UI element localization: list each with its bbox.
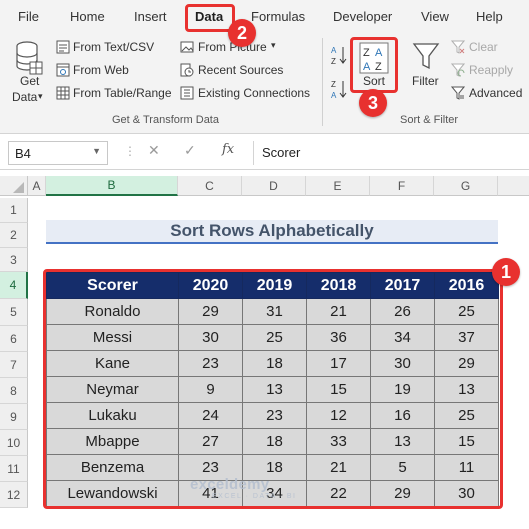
row-header-2[interactable]: 2	[0, 223, 28, 248]
step-badge-1: 1	[492, 258, 520, 286]
name-box-value: B4	[15, 146, 31, 161]
clear-button[interactable]: Clear	[469, 40, 498, 54]
watermark-logo-text: exceldemy	[190, 476, 270, 493]
name-box[interactable]: B4 ▼	[8, 141, 108, 165]
enter-check-icon[interactable]: ✓	[184, 142, 196, 159]
column-header-d[interactable]: D	[242, 176, 306, 196]
tab-home[interactable]: Home	[70, 9, 105, 24]
from-text-csv-button[interactable]: From Text/CSV	[73, 40, 154, 54]
exceldemy-watermark: exceldemy EXCEL · DATA · BI	[190, 476, 297, 500]
sort-filter-group-label: Sort & Filter	[400, 114, 459, 126]
column-header-g[interactable]: G	[434, 176, 498, 196]
sort-z-to-a-icon[interactable]: Z A	[330, 78, 348, 100]
row-header-10[interactable]: 10	[0, 430, 28, 456]
row-header-3[interactable]: 3	[0, 248, 28, 272]
tab-file[interactable]: File	[18, 9, 39, 24]
advanced-filter-icon	[451, 86, 465, 100]
data-tab-highlight	[185, 4, 235, 32]
from-web-button[interactable]: From Web	[73, 63, 129, 77]
ribbon-tab-bar: File Home Insert Data Formulas Developer…	[0, 0, 529, 34]
row-header-12[interactable]: 12	[0, 482, 28, 508]
column-header-f[interactable]: F	[370, 176, 434, 196]
web-page-icon	[56, 63, 70, 77]
row-header-9[interactable]: 9	[0, 404, 28, 430]
svg-text:A: A	[331, 91, 337, 100]
row-header-6[interactable]: 6	[0, 326, 28, 352]
step-badge-2: 2	[228, 19, 256, 47]
filter-label: Filter	[412, 74, 439, 88]
sheet-title: Sort Rows Alphabetically	[46, 220, 498, 244]
select-all-triangle-icon	[13, 182, 24, 193]
column-header-c[interactable]: C	[178, 176, 242, 196]
insert-function-icon[interactable]: fx	[222, 142, 234, 157]
tab-formulas[interactable]: Formulas	[251, 9, 305, 24]
svg-text:A: A	[331, 46, 337, 55]
chevron-down-icon: ▾	[38, 91, 43, 101]
cancel-icon[interactable]: ✕	[148, 142, 160, 159]
column-header-b[interactable]: B	[46, 176, 178, 196]
more-dots-icon: ⋮	[124, 144, 136, 158]
select-all-corner[interactable]	[0, 176, 28, 196]
svg-text:Z: Z	[331, 80, 336, 89]
column-header-h-partial[interactable]	[498, 176, 529, 196]
chevron-down-icon: ▾	[271, 40, 276, 50]
filter-funnel-icon	[412, 43, 440, 70]
row-header-5[interactable]: 5	[0, 299, 28, 326]
group-divider	[322, 38, 323, 126]
formula-input[interactable]: Scorer	[253, 141, 523, 165]
database-icon	[16, 41, 43, 75]
recent-sources-button[interactable]: Recent Sources	[198, 63, 283, 77]
row-header-1[interactable]: 1	[0, 198, 28, 223]
chevron-down-icon: ▼	[92, 146, 101, 156]
picture-icon	[180, 41, 194, 53]
worksheet-grid: A B C D E F G 1 2 3 4 5 6 7 8 9 10 11 12…	[0, 170, 529, 529]
watermark-tagline: EXCEL · DATA · BI	[212, 493, 297, 500]
reapply-icon	[451, 63, 465, 77]
svg-text:Z: Z	[331, 57, 336, 66]
column-header-e[interactable]: E	[306, 176, 370, 196]
tab-insert[interactable]: Insert	[134, 9, 167, 24]
table-range-highlight	[43, 269, 503, 509]
row-header-4[interactable]: 4	[0, 272, 28, 299]
tab-help[interactable]: Help	[476, 9, 503, 24]
clear-filter-icon	[451, 40, 465, 54]
formula-bar: B4 ▼ ⋮ ✕ ✓ fx Scorer	[0, 134, 529, 170]
tab-developer[interactable]: Developer	[333, 9, 392, 24]
reapply-button[interactable]: Reapply	[469, 63, 513, 77]
row-header-11[interactable]: 11	[0, 456, 28, 482]
get-data-label-2: Data	[12, 90, 38, 104]
sort-a-to-z-icon[interactable]: A Z	[330, 44, 348, 66]
sort-button-highlight	[350, 37, 398, 93]
from-table-range-button[interactable]: From Table/Range	[73, 86, 172, 100]
table-icon	[56, 86, 70, 100]
row-header-8[interactable]: 8	[0, 378, 28, 404]
text-file-icon	[56, 40, 70, 54]
recent-sources-icon	[180, 63, 194, 77]
get-data-label-1: Get	[20, 74, 40, 88]
existing-connections-button[interactable]: Existing Connections	[198, 86, 310, 100]
get-transform-group-label: Get & Transform Data	[112, 114, 219, 126]
step-badge-3: 3	[359, 89, 387, 117]
advanced-button[interactable]: Advanced	[469, 86, 522, 100]
column-header-a[interactable]: A	[28, 176, 46, 196]
row-header-7[interactable]: 7	[0, 352, 28, 378]
tab-view[interactable]: View	[421, 9, 449, 24]
ribbon-panel: Get Data ▾ From Text/CSV From Web From T…	[0, 34, 529, 134]
connections-icon	[180, 86, 194, 100]
